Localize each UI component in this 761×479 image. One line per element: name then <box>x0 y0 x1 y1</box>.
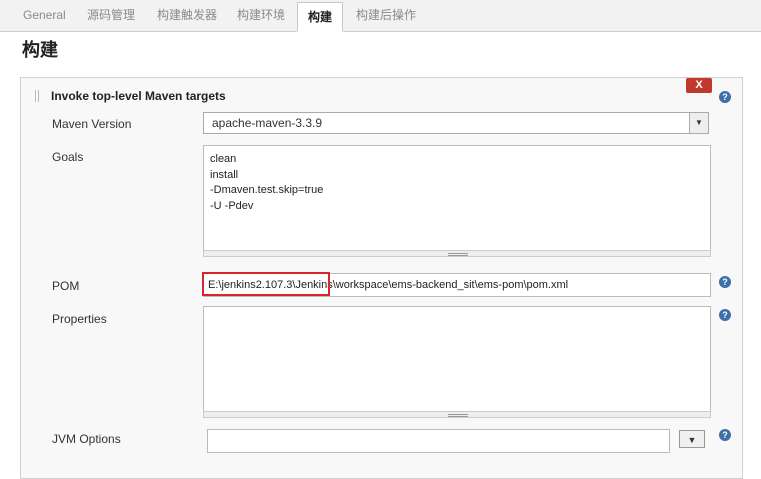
jvm-options-input[interactable] <box>207 429 670 453</box>
maven-version-select[interactable]: apache-maven-3.3.9 ▼ <box>203 112 709 134</box>
tab-general[interactable]: General <box>13 0 76 31</box>
chevron-down-icon[interactable]: ▼ <box>689 113 708 133</box>
goals-label: Goals <box>52 150 84 164</box>
tab-build-triggers[interactable]: 构建触发器 <box>147 0 227 31</box>
jvm-options-help-icon[interactable]: ? <box>719 429 731 441</box>
tab-build[interactable]: 构建 <box>297 2 344 32</box>
pom-label: POM <box>52 279 80 293</box>
pom-help-icon[interactable]: ? <box>719 276 731 288</box>
build-step-title: Invoke top-level Maven targets <box>51 89 226 103</box>
pom-input[interactable]: E:\jenkins2.107.3\Jenkins\workspace\ems-… <box>203 273 711 297</box>
goals-textarea[interactable]: clean install -Dmaven.test.skip=true -U … <box>203 145 711 251</box>
drag-handle-icon[interactable] <box>35 90 41 102</box>
properties-resize-handle[interactable] <box>203 411 711 418</box>
jvm-options-expand-button[interactable]: ▼ <box>679 430 705 448</box>
goals-resize-handle[interactable] <box>203 250 711 257</box>
page-title: 构建 <box>22 40 58 60</box>
tab-source-code-management[interactable]: 源码管理 <box>77 0 145 31</box>
tab-build-environment[interactable]: 构建环境 <box>227 0 295 31</box>
properties-help-icon[interactable]: ? <box>719 309 731 321</box>
properties-textarea[interactable] <box>203 306 711 412</box>
step-help-icon[interactable]: ? <box>719 91 731 103</box>
jvm-options-label: JVM Options <box>52 432 121 446</box>
maven-version-label: Maven Version <box>52 117 132 131</box>
config-tab-bar: General 源码管理 构建触发器 构建环境 构建 构建后操作 <box>0 0 761 32</box>
properties-label: Properties <box>52 312 107 326</box>
delete-step-button[interactable]: X <box>686 78 712 93</box>
maven-version-value: apache-maven-3.3.9 <box>212 116 323 130</box>
tab-post-build-actions[interactable]: 构建后操作 <box>346 0 426 31</box>
